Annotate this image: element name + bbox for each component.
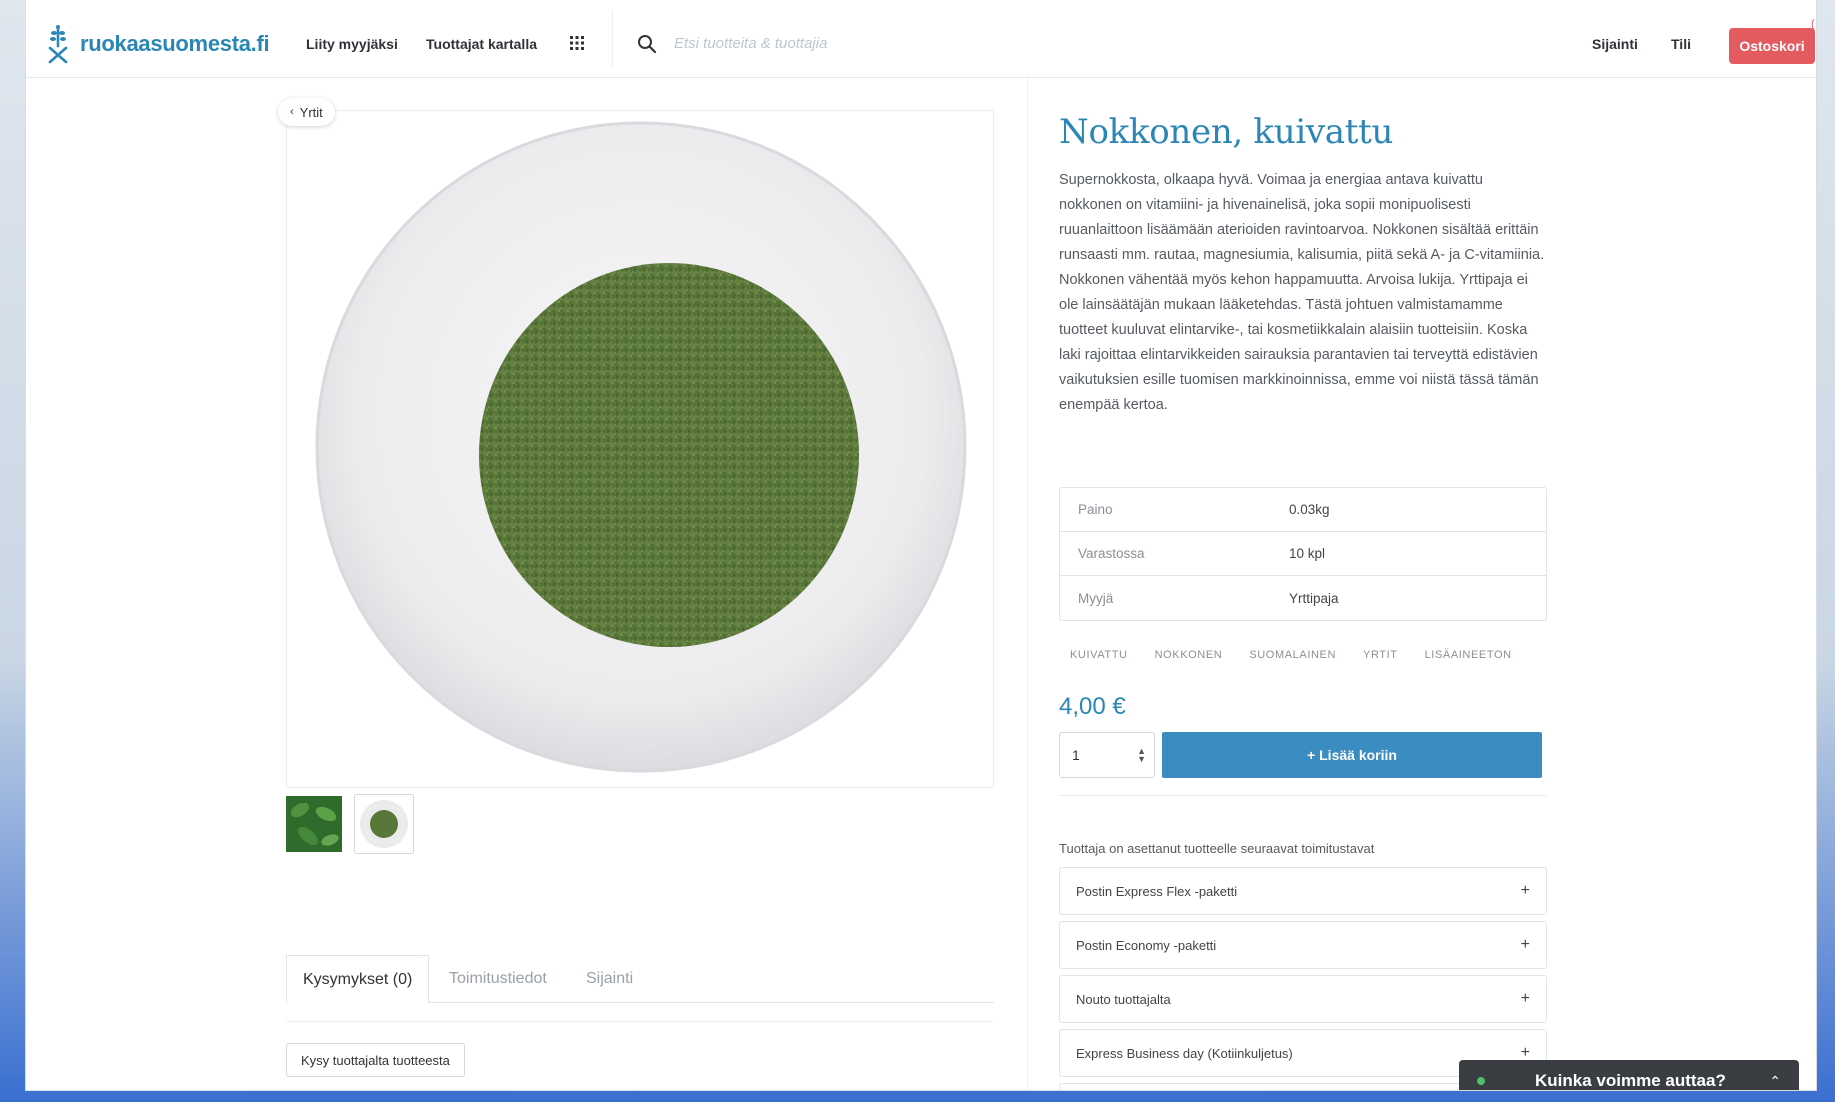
tab-content-divider — [286, 1021, 994, 1022]
product-details-table: Paino 0.03kg Varastossa 10 kpl Myyjä Yrt… — [1059, 487, 1547, 621]
nav-join-seller[interactable]: Liity myyjäksi — [306, 36, 398, 52]
add-to-cart-button[interactable]: + Lisää koriin — [1162, 732, 1542, 778]
product-tags: KUIVATTU NOKKONEN SUOMALAINEN YRTIT LISÄ… — [1070, 649, 1512, 661]
search-input[interactable] — [674, 30, 1194, 56]
tab-location[interactable]: Sijainti — [586, 955, 633, 1003]
plus-icon: + — [1520, 990, 1530, 1007]
shipping-method-label: Nouto tuottajalta — [1076, 991, 1171, 1007]
shipping-method[interactable]: Postin Economy -paketti + — [1059, 921, 1547, 969]
product-main-image[interactable] — [286, 110, 994, 788]
shipping-method[interactable]: Nouto tuottajalta + — [1059, 975, 1547, 1023]
logo[interactable]: ruokaasuomesta.fi — [44, 24, 270, 64]
detail-row-weight: Paino 0.03kg — [1060, 488, 1546, 532]
site-header: ruokaasuomesta.fi Liity myyjäksi Tuottaj… — [26, 0, 1816, 78]
back-label: Yrtit — [299, 104, 323, 120]
stepper-arrows-icon: ▲ ▼ — [1137, 746, 1146, 764]
detail-key: Varastossa — [1078, 546, 1145, 561]
back-to-category[interactable]: ‹ Yrtit — [278, 98, 335, 126]
detail-value: 0.03kg — [1289, 502, 1330, 517]
search-icon[interactable] — [637, 34, 657, 54]
product-description: Supernokkosta, olkaapa hyvä. Voimaa ja e… — [1059, 172, 1545, 413]
grid-icon[interactable] — [569, 35, 585, 51]
chevron-up-icon: ⌃ — [1769, 1072, 1781, 1089]
tag-item[interactable]: SUOMALAINEN — [1249, 649, 1336, 661]
thumbnail-2[interactable] — [354, 794, 414, 854]
plus-icon: + — [1520, 882, 1530, 899]
detail-row-stock: Varastossa 10 kpl — [1060, 532, 1546, 576]
quantity-value: 1 — [1072, 747, 1080, 763]
ask-producer-button[interactable]: Kysy tuottajalta tuotteesta — [286, 1043, 465, 1077]
chat-widget[interactable]: Kuinka voimme auttaa? ⌃ — [1459, 1060, 1799, 1090]
quantity-select[interactable]: 1 ▲ ▼ — [1059, 732, 1155, 778]
product-photo — [287, 111, 993, 787]
online-status-icon — [1477, 1077, 1485, 1085]
shipping-caption: Tuottaja on asettanut tuotteelle seuraav… — [1059, 841, 1375, 856]
browser-window: ruokaasuomesta.fi Liity myyjäksi Tuottaj… — [26, 0, 1816, 1090]
cart-badge: ( — [1811, 18, 1815, 30]
tag-item[interactable]: LISÄAINEETON — [1425, 649, 1512, 661]
section-divider — [1059, 795, 1547, 796]
shipping-method-label: Postin Economy -paketti — [1076, 937, 1217, 953]
cart-button[interactable]: Ostoskori — [1729, 28, 1815, 64]
logo-text: ruokaasuomesta.fi — [80, 31, 270, 56]
product-title: Nokkonen, kuivattu — [1059, 112, 1394, 152]
tab-questions[interactable]: Kysymykset (0) — [286, 955, 430, 1004]
shipping-method-label: Express Business day (Kotiinkuljetus) — [1076, 1045, 1293, 1061]
nav-location[interactable]: Sijainti — [1592, 36, 1638, 52]
detail-value: Yrttipaja — [1289, 590, 1339, 606]
detail-key: Myyjä — [1078, 590, 1114, 606]
product-tabs: Kysymykset (0) Toimitustiedot Sijainti — [286, 955, 994, 1004]
tag-item[interactable]: KUIVATTU — [1070, 649, 1128, 661]
nav-account[interactable]: Tili — [1671, 36, 1691, 52]
shipping-method[interactable]: Postin Express Flex -paketti + — [1059, 867, 1547, 915]
plus-icon: + — [1520, 936, 1530, 953]
shipping-method-label: Postin Express Flex -paketti — [1076, 883, 1238, 899]
nav-producers-map[interactable]: Tuottajat kartalla — [426, 36, 537, 52]
tag-item[interactable]: NOKKONEN — [1155, 649, 1223, 661]
header-divider — [612, 10, 613, 68]
logo-mark-icon — [48, 25, 68, 64]
chat-label: Kuinka voimme auttaa? — [1535, 1071, 1726, 1090]
detail-key: Paino — [1078, 502, 1113, 517]
column-divider — [1027, 78, 1028, 1090]
detail-value: 10 kpl — [1289, 546, 1326, 561]
detail-row-seller: Myyjä Yrttipaja — [1060, 576, 1546, 620]
thumbnail-1[interactable] — [286, 796, 342, 852]
tag-item[interactable]: YRTIT — [1363, 649, 1398, 661]
chevron-left-icon: ‹ — [290, 106, 294, 118]
tab-delivery-info[interactable]: Toimitustiedot — [449, 955, 547, 1003]
thumbnail-leaves-image — [286, 796, 342, 852]
thumbnail-bowl-image — [360, 800, 408, 848]
product-price: 4,00 € — [1059, 693, 1126, 720]
